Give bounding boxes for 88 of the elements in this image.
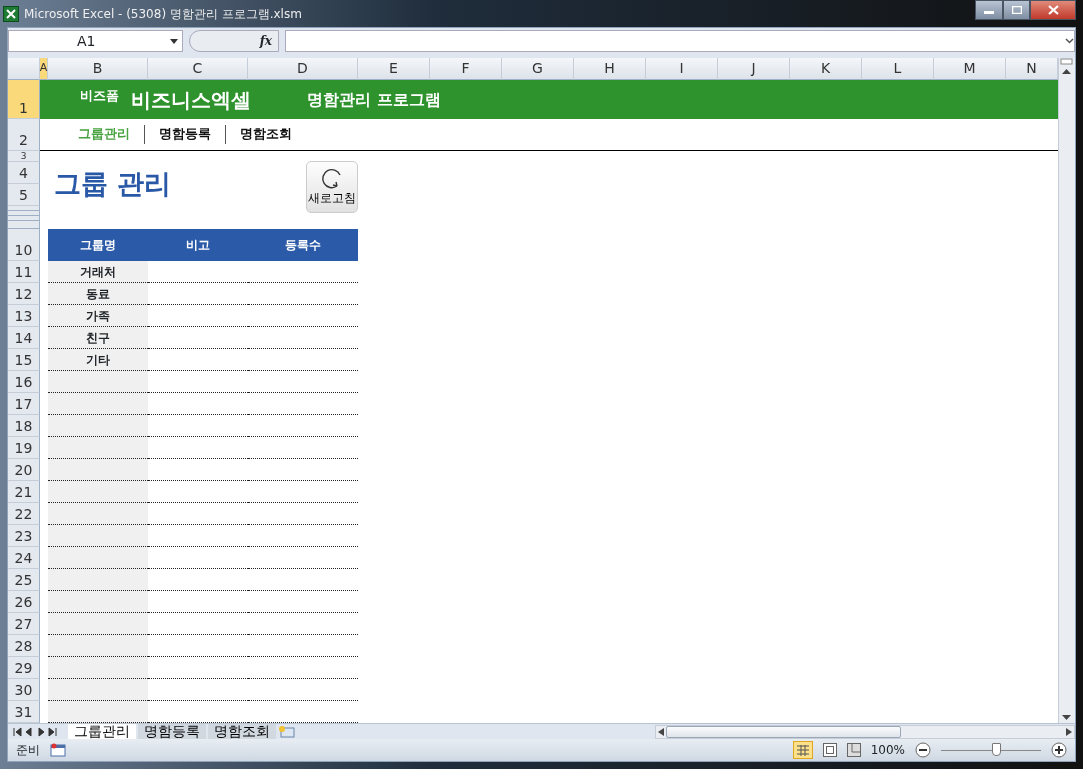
column-heading: 그룹명: [48, 229, 148, 261]
maximize-icon: [1011, 6, 1022, 14]
sheet-tab[interactable]: 명함조회: [208, 724, 276, 739]
window-title: Microsoft Excel - (5308) 명함관리 프로그램.xlsm: [24, 5, 302, 23]
row-header[interactable]: 20: [8, 459, 40, 481]
column-header[interactable]: N: [1006, 58, 1058, 80]
formula-input[interactable]: [285, 30, 1075, 52]
column-header[interactable]: G: [502, 58, 574, 80]
scroll-up-icon[interactable]: [1059, 66, 1074, 76]
row-header[interactable]: 15: [8, 349, 40, 371]
nav-link[interactable]: 명함조회: [225, 125, 306, 144]
vertical-scrollbar[interactable]: [1058, 58, 1075, 723]
row-header[interactable]: 11: [8, 261, 40, 283]
brand-tagline: 비즈폼: [80, 86, 119, 105]
status-text: 준비: [16, 742, 40, 759]
horizontal-scrollbar[interactable]: [655, 724, 1075, 739]
row-header[interactable]: 10: [8, 229, 40, 261]
row-header[interactable]: 2: [8, 119, 40, 151]
page-title: 그룹 관리: [53, 166, 173, 201]
row-header[interactable]: 27: [8, 613, 40, 635]
scroll-thumb[interactable]: [666, 725, 901, 738]
sheet-tab[interactable]: 그룹관리: [68, 724, 136, 739]
row-header[interactable]: 22: [8, 503, 40, 525]
close-icon: [1047, 5, 1059, 15]
insert-function-button[interactable]: fx: [259, 32, 272, 50]
table-cell: 가족: [48, 305, 148, 327]
column-header[interactable]: K: [790, 58, 862, 80]
split-handle-icon[interactable]: [1059, 58, 1074, 66]
column-header[interactable]: C: [148, 58, 248, 80]
row-header[interactable]: 19: [8, 437, 40, 459]
row-header[interactable]: 4: [8, 162, 40, 184]
brand-name: 비즈니스엑셀: [131, 86, 251, 114]
maximize-button[interactable]: [1003, 0, 1030, 20]
row-header[interactable]: 1: [8, 80, 40, 119]
row-header[interactable]: 17: [8, 393, 40, 415]
table-cell: 기타: [48, 349, 148, 371]
column-header[interactable]: H: [574, 58, 646, 80]
row-header[interactable]: 30: [8, 679, 40, 701]
column-heading: 비고: [148, 229, 248, 261]
table-cell: 거래처: [48, 261, 148, 283]
table-cell: 동료: [48, 283, 148, 305]
page-layout-view-icon[interactable]: [822, 743, 837, 757]
row-header[interactable]: 13: [8, 305, 40, 327]
page-break-view-icon[interactable]: [846, 743, 861, 757]
column-header[interactable]: D: [248, 58, 358, 80]
dropdown-arrow-icon[interactable]: [170, 38, 178, 44]
sheet-tab[interactable]: 명함등록: [138, 724, 206, 739]
zoom-in-icon[interactable]: [1051, 742, 1067, 758]
expand-chevron-icon[interactable]: [1065, 38, 1074, 44]
column-header[interactable]: J: [718, 58, 790, 80]
row-header[interactable]: 21: [8, 481, 40, 503]
column-header[interactable]: F: [430, 58, 502, 80]
minimize-button[interactable]: [975, 0, 1003, 20]
name-box[interactable]: A1: [8, 30, 183, 52]
function-field[interactable]: fx: [189, 30, 279, 52]
row-header[interactable]: 3: [8, 151, 40, 162]
table-cell: 친구: [48, 327, 148, 349]
close-button[interactable]: [1030, 0, 1076, 20]
row-header[interactable]: 18: [8, 415, 40, 437]
row-header[interactable]: 23: [8, 525, 40, 547]
refresh-button[interactable]: 새로고침: [306, 161, 358, 213]
column-heading: 등록수: [248, 229, 358, 261]
macro-record-icon[interactable]: [50, 743, 66, 757]
row-header[interactable]: 5: [8, 184, 40, 206]
row-header[interactable]: 29: [8, 657, 40, 679]
row-header[interactable]: 25: [8, 569, 40, 591]
row-header[interactable]: 31: [8, 701, 40, 723]
nav-link[interactable]: 명함등록: [144, 125, 225, 144]
cell-reference: A1: [77, 31, 96, 51]
row-header[interactable]: 14: [8, 327, 40, 349]
zoom-level: 100%: [870, 742, 905, 759]
column-header[interactable]: E: [358, 58, 430, 80]
row-header[interactable]: 12: [8, 283, 40, 305]
scroll-right-icon[interactable]: [1064, 726, 1074, 737]
column-header[interactable]: L: [862, 58, 934, 80]
program-title: 명함관리 프로그램: [307, 88, 441, 111]
zoom-out-icon[interactable]: [915, 742, 931, 758]
spreadsheet-app-icon: [3, 5, 19, 22]
column-header[interactable]: M: [934, 58, 1006, 80]
row-header[interactable]: 24: [8, 547, 40, 569]
column-header[interactable]: B: [48, 58, 148, 80]
column-header[interactable]: I: [646, 58, 718, 80]
row-header[interactable]: 26: [8, 591, 40, 613]
normal-view-icon[interactable]: [792, 741, 813, 759]
zoom-slider[interactable]: [941, 743, 1041, 757]
row-header[interactable]: 28: [8, 635, 40, 657]
zoom-slider-thumb[interactable]: [992, 743, 1001, 756]
row-header[interactable]: 16: [8, 371, 40, 393]
